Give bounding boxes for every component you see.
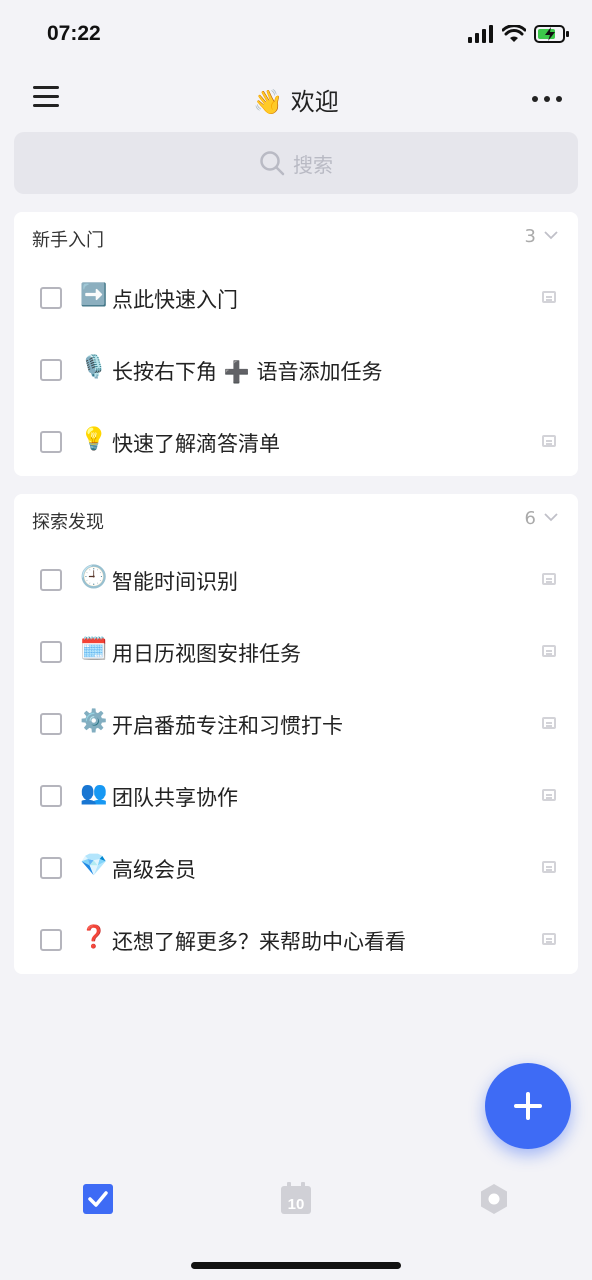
section-title: 探索发现 — [32, 512, 104, 533]
task-item[interactable]: ➡️ 点此快速入门 — [14, 260, 578, 332]
tab-calendar[interactable]: 10 — [279, 1182, 313, 1216]
task-item[interactable]: 💡 快速了解滴答清单 — [14, 404, 578, 476]
calendar-emoji-icon: 🗓️ — [80, 637, 108, 662]
status-bar: 07:22 — [0, 0, 592, 70]
task-item[interactable]: 💎 高级会员 — [14, 830, 578, 902]
search-placeholder: 搜索 — [293, 152, 333, 177]
task-title: 还想了解更多？来帮助中心看看 — [112, 930, 406, 954]
task-title: 开启番茄专注和习惯打卡 — [112, 714, 343, 738]
note-icon — [542, 861, 556, 873]
more-dots-icon — [532, 96, 538, 102]
calendar-icon: 10 — [281, 1182, 311, 1214]
search-bar[interactable]: 搜索 — [14, 132, 578, 194]
battery-charging-icon — [534, 25, 569, 43]
section-title: 新手入门 — [32, 230, 104, 251]
task-item[interactable]: 👥 团队共享协作 — [14, 758, 578, 830]
task-checkbox[interactable] — [40, 431, 62, 453]
note-icon — [542, 717, 556, 729]
people-icon: 👥 — [80, 781, 108, 806]
page-title: 👋 欢迎 — [0, 82, 592, 117]
task-title: 高级会员 — [112, 858, 196, 882]
note-icon — [542, 291, 556, 303]
section-count: 3 — [524, 226, 536, 247]
section-getting-started: 新手入门 3 ➡️ 点此快速入门 🎙️ 长按右下角 ➕ 语音添加任务 💡 快速了… — [14, 212, 578, 476]
checkbox-checked-icon — [83, 1184, 113, 1214]
task-item[interactable]: 🗓️ 用日历视图安排任务 — [14, 614, 578, 686]
search-icon — [260, 151, 285, 176]
header: 👋 欢迎 — [0, 70, 592, 130]
status-time: 07:22 — [47, 22, 101, 45]
question-mark-icon: ❓ — [80, 925, 108, 950]
wifi-icon — [502, 25, 526, 42]
arrow-right-icon: ➡️ — [80, 283, 108, 308]
task-title: 长按右下角 ➕ 语音添加任务 — [112, 360, 383, 384]
calendar-day-label: 10 — [288, 1196, 305, 1213]
task-title: 团队共享协作 — [112, 786, 238, 810]
status-icons — [468, 24, 570, 44]
tab-bar: 10 — [0, 1160, 592, 1240]
task-title: 智能时间识别 — [112, 570, 238, 594]
task-checkbox[interactable] — [40, 359, 62, 381]
gear-icon: ⚙️ — [80, 709, 108, 734]
home-indicator — [191, 1262, 401, 1269]
task-checkbox[interactable] — [40, 857, 62, 879]
task-item[interactable]: 🎙️ 长按右下角 ➕ 语音添加任务 — [14, 332, 578, 404]
lightbulb-icon: 💡 — [80, 427, 108, 452]
task-checkbox[interactable] — [40, 569, 62, 591]
task-item[interactable]: 🕘 智能时间识别 — [14, 542, 578, 614]
section-count: 6 — [524, 508, 536, 529]
task-item[interactable]: ❓ 还想了解更多？来帮助中心看看 — [14, 902, 578, 974]
note-icon — [542, 789, 556, 801]
signal-icon — [468, 25, 493, 43]
chevron-down-icon — [544, 231, 558, 240]
task-checkbox[interactable] — [40, 785, 62, 807]
tab-tasks[interactable] — [81, 1182, 115, 1216]
more-button[interactable] — [532, 96, 562, 102]
tab-settings[interactable] — [477, 1182, 511, 1216]
note-icon — [542, 645, 556, 657]
section-header[interactable]: 新手入门 3 — [14, 212, 578, 260]
note-icon — [542, 435, 556, 447]
task-checkbox[interactable] — [40, 287, 62, 309]
section-header[interactable]: 探索发现 6 — [14, 494, 578, 542]
add-task-button[interactable] — [485, 1063, 571, 1149]
microphone-icon: 🎙️ — [80, 355, 108, 380]
task-title: 用日历视图安排任务 — [112, 642, 301, 666]
task-checkbox[interactable] — [40, 929, 62, 951]
note-icon — [542, 933, 556, 945]
note-icon — [542, 573, 556, 585]
section-explore: 探索发现 6 🕘 智能时间识别 🗓️ 用日历视图安排任务 ⚙️ 开启番茄专注和习… — [14, 494, 578, 974]
hexagon-settings-icon — [481, 1184, 507, 1214]
chevron-down-icon — [544, 513, 558, 522]
task-item[interactable]: ⚙️ 开启番茄专注和习惯打卡 — [14, 686, 578, 758]
task-title: 点此快速入门 — [112, 288, 238, 312]
clock-icon: 🕘 — [80, 565, 108, 590]
wave-emoji-icon: 👋 — [253, 88, 284, 116]
task-checkbox[interactable] — [40, 713, 62, 735]
gem-icon: 💎 — [80, 853, 108, 878]
page-title-text: 欢迎 — [290, 88, 339, 116]
task-checkbox[interactable] — [40, 641, 62, 663]
task-title: 快速了解滴答清单 — [112, 432, 280, 456]
